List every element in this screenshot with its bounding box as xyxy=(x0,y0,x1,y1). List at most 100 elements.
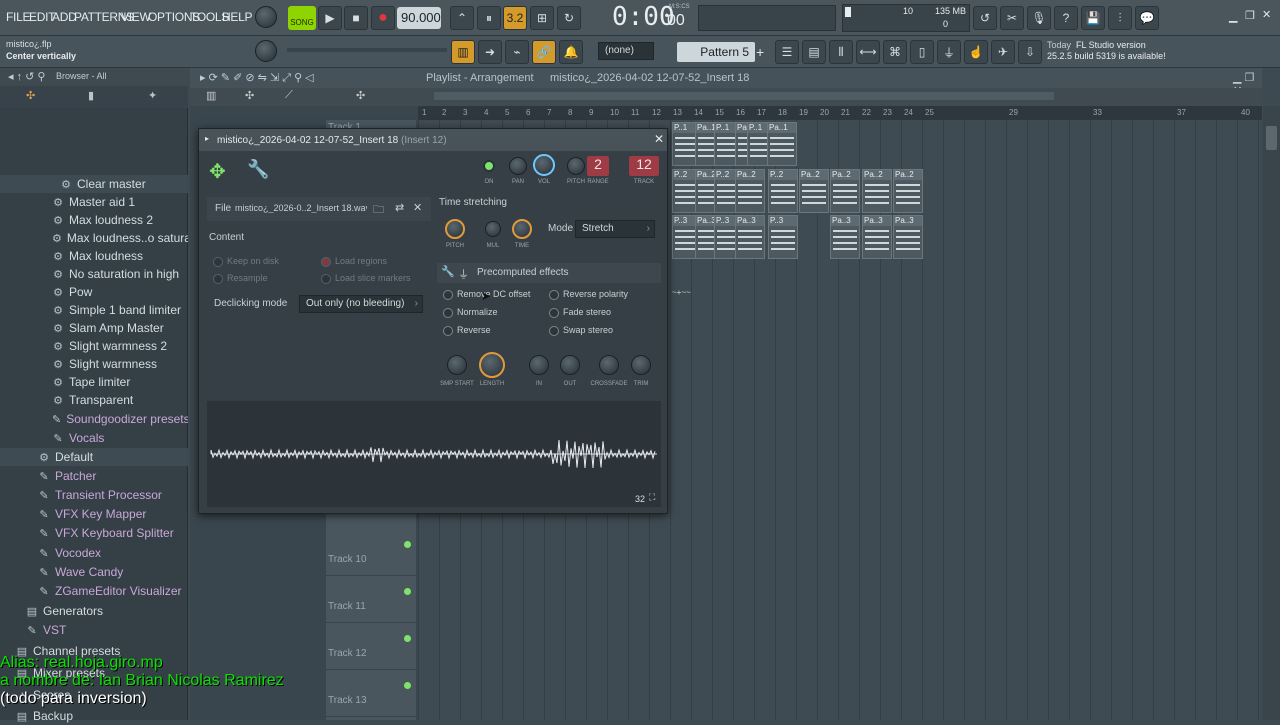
pattern-clip[interactable]: P..3 xyxy=(768,215,798,259)
close-window-icon[interactable]: ✕ xyxy=(654,132,664,146)
touch-button[interactable]: ☝ xyxy=(964,40,988,64)
pattern-clip[interactable]: Pa..2 xyxy=(830,169,860,213)
browser-item[interactable]: ✎ Transient Processor xyxy=(0,486,188,504)
swap-stereo-option[interactable]: Swap stereo xyxy=(549,325,613,336)
add-pattern-button[interactable]: + xyxy=(756,44,764,60)
menu-view[interactable]: VIEW xyxy=(121,10,151,24)
chat-button[interactable]: 💬 xyxy=(1135,6,1159,30)
ts-pitch-knob[interactable] xyxy=(445,219,465,239)
track-header[interactable]: Track 11 xyxy=(326,577,416,623)
timeline-ruler[interactable]: 1 2 3 4 5 6 7 8 9 10 11 12 13 14 15 16 17 18 19 20 21 22 23 24 2… xyxy=(418,106,1262,120)
wait-input-button[interactable]: ⏸ xyxy=(477,6,501,30)
master-pitch-knob[interactable] xyxy=(255,40,277,62)
step-seq-button[interactable]: ▤ xyxy=(802,40,826,64)
folder-icon[interactable]: 🗀 xyxy=(373,201,384,220)
pattern-clip[interactable]: P..2 xyxy=(768,169,798,213)
vertical-scrollbar[interactable] xyxy=(1263,106,1280,720)
sampler-wave-icon[interactable]: ✥ xyxy=(209,159,226,184)
track-led[interactable] xyxy=(404,588,411,595)
mixer-view-button[interactable]: ⫴ xyxy=(829,40,853,64)
playlist-scrollbar[interactable] xyxy=(434,92,1054,100)
minimize-icon[interactable]: ▁ xyxy=(1229,10,1237,23)
in-knob[interactable] xyxy=(529,355,549,375)
pattern-clip[interactable]: Pa..3 xyxy=(862,215,892,259)
sampler-titlebar[interactable]: ▸ mistico¿_2026-04-02 12-07-52_Insert 18… xyxy=(199,129,667,151)
bell-button[interactable]: 🔔 xyxy=(559,40,583,64)
load-slice-markers-option[interactable]: Load slice markers xyxy=(321,273,411,284)
mixer-button[interactable]: ⫶ xyxy=(1108,6,1132,30)
browser-item[interactable]: ⚙ Max loudness xyxy=(0,247,188,265)
clear-file-icon[interactable]: ✕ xyxy=(413,201,422,214)
tab-plugin-database-icon[interactable]: ✦ xyxy=(148,89,157,102)
track-header[interactable]: Track 10 xyxy=(326,530,416,576)
ts-time-knob[interactable] xyxy=(512,219,532,239)
pattern-picker-icon[interactable]: ✣ xyxy=(245,89,254,102)
browser-item[interactable]: ✎ VFX Key Mapper xyxy=(0,505,188,523)
audio-clip-mini[interactable]: ~+~~ xyxy=(672,289,704,297)
tuning-button[interactable]: ⌘ xyxy=(883,40,907,64)
browser-item[interactable]: ✎ VST xyxy=(0,621,188,639)
menu-add[interactable]: ADD xyxy=(52,10,77,24)
wrench-icon[interactable]: 🔧 xyxy=(247,159,269,180)
restore-icon[interactable]: ❐ xyxy=(1245,9,1255,22)
trim-knob[interactable] xyxy=(631,355,651,375)
master-pitch-slider[interactable] xyxy=(287,48,447,52)
news-text[interactable]: 25.2.5 build 5319 is available! xyxy=(1047,51,1166,61)
time-display[interactable]: 0:00 xyxy=(612,2,675,32)
loop-record-button[interactable]: ↻ xyxy=(557,6,581,30)
plugin-picker-button[interactable]: ⌁ xyxy=(505,40,529,64)
zoom-icon[interactable]: ⛶ xyxy=(649,492,655,503)
pattern-selector[interactable]: Pattern 5 xyxy=(677,42,755,62)
browser-item[interactable]: ⚙ Transparent xyxy=(0,391,188,409)
channel-rack-button[interactable]: ☰ xyxy=(775,40,799,64)
help-button[interactable]: ? xyxy=(1054,6,1078,30)
countdown-button[interactable]: 3.2 xyxy=(503,6,527,30)
range-display[interactable]: 2 xyxy=(587,156,609,176)
move-icon[interactable]: ✣ xyxy=(356,89,365,102)
out-knob[interactable] xyxy=(560,355,580,375)
track-led[interactable] xyxy=(404,682,411,689)
resample-option[interactable]: Resample xyxy=(213,273,268,284)
draw-icon[interactable]: ⟋ xyxy=(285,89,293,102)
pan-knob[interactable] xyxy=(509,157,527,175)
scroll-thumb[interactable] xyxy=(1266,126,1277,150)
sample-start-knob[interactable] xyxy=(447,355,467,375)
track-led[interactable] xyxy=(404,635,411,642)
pattern-clip[interactable]: Pa..2 xyxy=(735,169,765,213)
track-header[interactable]: Track 12 xyxy=(326,624,416,670)
pattern-clip[interactable]: Pa..1 xyxy=(767,122,797,166)
master-volume-knob[interactable] xyxy=(255,6,277,28)
edit-file-icon[interactable]: ⇄ xyxy=(395,201,404,214)
browser-item[interactable]: ✎ Vocals xyxy=(0,429,188,447)
export-button[interactable]: ✈ xyxy=(991,40,1015,64)
pattern-clip[interactable]: Pa..3 xyxy=(735,215,765,259)
on-led[interactable] xyxy=(483,160,495,172)
playlist-tools-icons[interactable]: ▸ ⟳ ✎ ✐ ⊘ ⇋ ⇲ ⤢ ⚲ ◁ xyxy=(200,71,314,85)
save-button[interactable]: 💾 xyxy=(1081,6,1105,30)
close-app-icon[interactable]: ✕ xyxy=(1262,8,1271,21)
volume-knob[interactable] xyxy=(533,154,555,176)
browser-button[interactable]: ▯ xyxy=(910,40,934,64)
browser-item[interactable]: ✎ Wave Candy xyxy=(0,563,188,581)
mic-button[interactable]: 🎙 xyxy=(1027,6,1051,30)
undo-history-button[interactable]: ↺ xyxy=(973,6,997,30)
browser-item[interactable]: ⚙ No saturation in high xyxy=(0,265,188,283)
browser-item[interactable]: ⚙ Clear master xyxy=(0,175,188,193)
reverse-option[interactable]: Reverse xyxy=(443,325,491,336)
browser-item[interactable]: ⚙ Tape limiter xyxy=(0,373,188,391)
browser-item[interactable]: ▤ Generators xyxy=(0,602,188,620)
wrench-icon[interactable]: 🔧 xyxy=(441,265,455,278)
browser-item[interactable]: ✎ Soundgoodizer presets xyxy=(0,410,188,428)
pattern-clip[interactable]: Pa..2 xyxy=(893,169,923,213)
news-title[interactable]: FL Studio version xyxy=(1076,40,1146,50)
play-button[interactable]: ▶ xyxy=(318,6,342,30)
browser-item[interactable]: ⚙ Master aid 1 xyxy=(0,193,188,211)
keep-on-disk-option[interactable]: Keep on disk xyxy=(213,256,279,267)
declicking-select[interactable]: Out only (no bleeding) › xyxy=(299,295,423,313)
reverse-polarity-option[interactable]: Reverse polarity xyxy=(549,289,628,300)
menu-file[interactable]: FILE xyxy=(6,10,30,24)
pitch-knob[interactable] xyxy=(567,157,585,175)
piano-roll-button[interactable]: ▥ xyxy=(451,40,475,64)
track-display[interactable]: 12 xyxy=(629,156,659,176)
pattern-selector-none[interactable]: (none) xyxy=(598,42,654,60)
